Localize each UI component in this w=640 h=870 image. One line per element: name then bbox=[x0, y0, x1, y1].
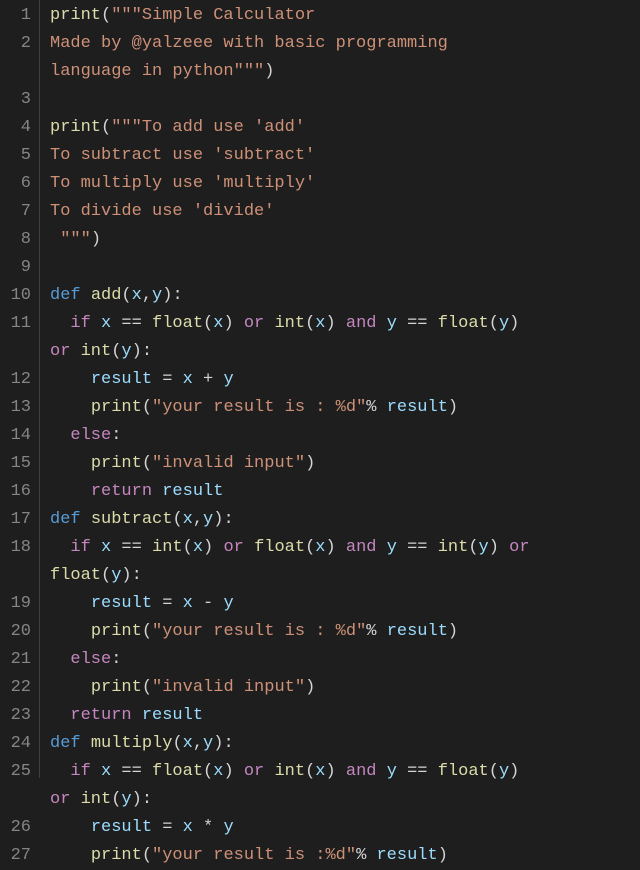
line-number: 16 bbox=[4, 478, 31, 506]
line-number bbox=[4, 562, 31, 590]
line-number: 4 bbox=[4, 114, 31, 142]
code-line[interactable]: if x == float(x) or int(x) and y == floa… bbox=[50, 310, 640, 338]
code-line[interactable]: print("""Simple Calculator bbox=[50, 2, 640, 30]
line-number: 26 bbox=[4, 814, 31, 842]
code-line[interactable]: To multiply use 'multiply' bbox=[50, 170, 640, 198]
code-editor[interactable]: 1234567891011121314151617181920212223242… bbox=[0, 0, 640, 778]
code-line[interactable]: To divide use 'divide' bbox=[50, 198, 640, 226]
line-number: 24 bbox=[4, 730, 31, 758]
code-line[interactable]: if x == float(x) or int(x) and y == floa… bbox=[50, 758, 640, 786]
line-number-gutter: 1234567891011121314151617181920212223242… bbox=[0, 0, 40, 778]
code-line[interactable]: if x == int(x) or float(x) and y == int(… bbox=[50, 534, 640, 562]
line-number: 2 bbox=[4, 30, 31, 58]
code-line[interactable]: print("invalid input") bbox=[50, 674, 640, 702]
line-number: 17 bbox=[4, 506, 31, 534]
line-number: 12 bbox=[4, 366, 31, 394]
line-number: 20 bbox=[4, 618, 31, 646]
code-line[interactable]: float(y): bbox=[50, 562, 640, 590]
code-line[interactable]: result = x + y bbox=[50, 366, 640, 394]
code-line[interactable]: result = x - y bbox=[50, 590, 640, 618]
code-line[interactable]: return result bbox=[50, 478, 640, 506]
code-line[interactable]: print("""To add use 'add' bbox=[50, 114, 640, 142]
code-line[interactable]: or int(y): bbox=[50, 338, 640, 366]
line-number: 6 bbox=[4, 170, 31, 198]
code-line[interactable]: result = x * y bbox=[50, 814, 640, 842]
line-number: 15 bbox=[4, 450, 31, 478]
line-number: 23 bbox=[4, 702, 31, 730]
line-number: 3 bbox=[4, 86, 31, 114]
line-number: 11 bbox=[4, 310, 31, 338]
code-line[interactable]: else: bbox=[50, 422, 640, 450]
code-line[interactable] bbox=[50, 254, 640, 282]
code-line[interactable]: def subtract(x,y): bbox=[50, 506, 640, 534]
line-number: 18 bbox=[4, 534, 31, 562]
code-area[interactable]: print("""Simple CalculatorMade by @yalze… bbox=[40, 0, 640, 778]
line-number: 1 bbox=[4, 2, 31, 30]
line-number bbox=[4, 786, 31, 814]
line-number bbox=[4, 338, 31, 366]
line-number: 27 bbox=[4, 842, 31, 870]
line-number: 25 bbox=[4, 758, 31, 786]
code-line[interactable]: """) bbox=[50, 226, 640, 254]
code-line[interactable] bbox=[50, 86, 640, 114]
code-line[interactable]: print("your result is : %d"% result) bbox=[50, 394, 640, 422]
line-number bbox=[4, 58, 31, 86]
code-line[interactable]: language in python""") bbox=[50, 58, 640, 86]
line-number: 10 bbox=[4, 282, 31, 310]
code-line[interactable]: print("invalid input") bbox=[50, 450, 640, 478]
code-line[interactable]: return result bbox=[50, 702, 640, 730]
line-number: 21 bbox=[4, 646, 31, 674]
line-number: 9 bbox=[4, 254, 31, 282]
line-number: 5 bbox=[4, 142, 31, 170]
code-line[interactable]: print("your result is :%d"% result) bbox=[50, 842, 640, 870]
code-line[interactable]: else: bbox=[50, 646, 640, 674]
line-number: 13 bbox=[4, 394, 31, 422]
code-line[interactable]: To subtract use 'subtract' bbox=[50, 142, 640, 170]
code-line[interactable]: print("your result is : %d"% result) bbox=[50, 618, 640, 646]
code-line[interactable]: def add(x,y): bbox=[50, 282, 640, 310]
line-number: 14 bbox=[4, 422, 31, 450]
line-number: 19 bbox=[4, 590, 31, 618]
code-line[interactable]: or int(y): bbox=[50, 786, 640, 814]
line-number: 22 bbox=[4, 674, 31, 702]
code-line[interactable]: Made by @yalzeee with basic programming bbox=[50, 30, 640, 58]
line-number: 8 bbox=[4, 226, 31, 254]
line-number: 7 bbox=[4, 198, 31, 226]
code-line[interactable]: def multiply(x,y): bbox=[50, 730, 640, 758]
